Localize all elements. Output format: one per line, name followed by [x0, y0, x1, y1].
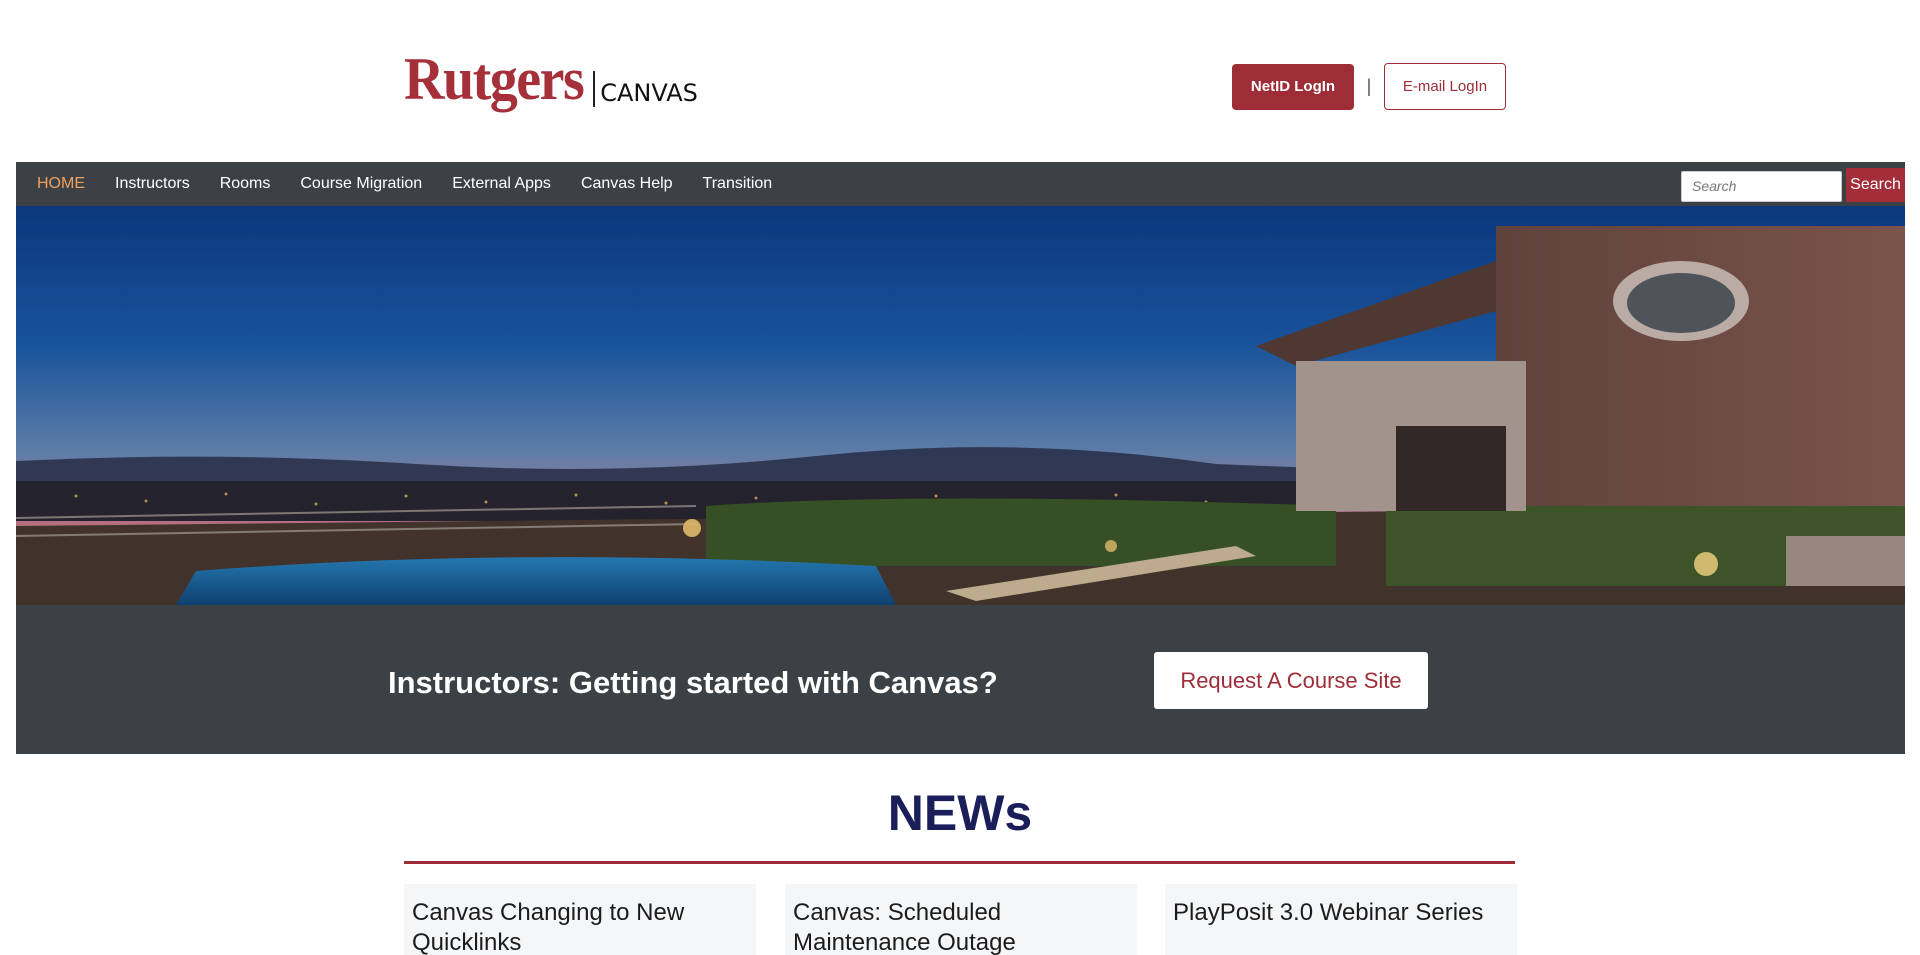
nav-item-instructors[interactable]: Instructors	[100, 162, 205, 206]
main-nav: HOME Instructors Rooms Course Migration …	[16, 162, 1905, 206]
news-card[interactable]: Canvas: Scheduled Maintenance Outage	[785, 884, 1137, 955]
cta-heading: Instructors: Getting started with Canvas…	[388, 665, 998, 700]
search-button[interactable]: Search	[1846, 168, 1905, 202]
nav-item-transition[interactable]: Transition	[688, 162, 788, 206]
nav-item-canvas-help[interactable]: Canvas Help	[566, 162, 688, 206]
nav-item-home[interactable]: HOME	[22, 162, 100, 206]
nav-items: HOME Instructors Rooms Course Migration …	[16, 162, 787, 206]
search-input[interactable]: Search	[1681, 171, 1842, 202]
cta-band: Instructors: Getting started with Canvas…	[16, 605, 1905, 754]
news-card-title[interactable]: PlayPosit 3.0 Webinar Series	[1173, 898, 1509, 928]
news-card-title[interactable]: Canvas Changing to New Quicklinks	[412, 898, 748, 955]
news-card[interactable]: Canvas Changing to New Quicklinks	[404, 884, 756, 955]
news-card-title[interactable]: Canvas: Scheduled Maintenance Outage	[793, 898, 1129, 955]
hero-image	[16, 206, 1905, 605]
nav-item-course-migration[interactable]: Course Migration	[285, 162, 437, 206]
news-divider	[404, 861, 1515, 864]
login-group: NetID LogIn | E-mail LogIn	[1232, 63, 1506, 110]
login-divider: |	[1366, 76, 1372, 96]
email-login-button[interactable]: E-mail LogIn	[1384, 63, 1506, 110]
logo-separator	[593, 71, 596, 107]
news-title: NEWs	[887, 785, 1033, 841]
site-logo[interactable]: Rutgers CANVAS	[404, 50, 698, 110]
request-course-site-button[interactable]: Request A Course Site	[1154, 652, 1428, 709]
nav-item-rooms[interactable]: Rooms	[205, 162, 286, 206]
netid-login-button[interactable]: NetID LogIn	[1232, 63, 1354, 110]
site-header: Rutgers CANVAS NetID LogIn | E-mail LogI…	[0, 0, 1920, 162]
logo-rutgers-text: Rutgers	[404, 46, 585, 114]
hero-illustration	[16, 206, 1905, 605]
logo-canvas-text: CANVAS	[600, 79, 698, 107]
nav-item-external-apps[interactable]: External Apps	[437, 162, 566, 206]
news-card[interactable]: PlayPosit 3.0 Webinar Series	[1165, 884, 1517, 955]
